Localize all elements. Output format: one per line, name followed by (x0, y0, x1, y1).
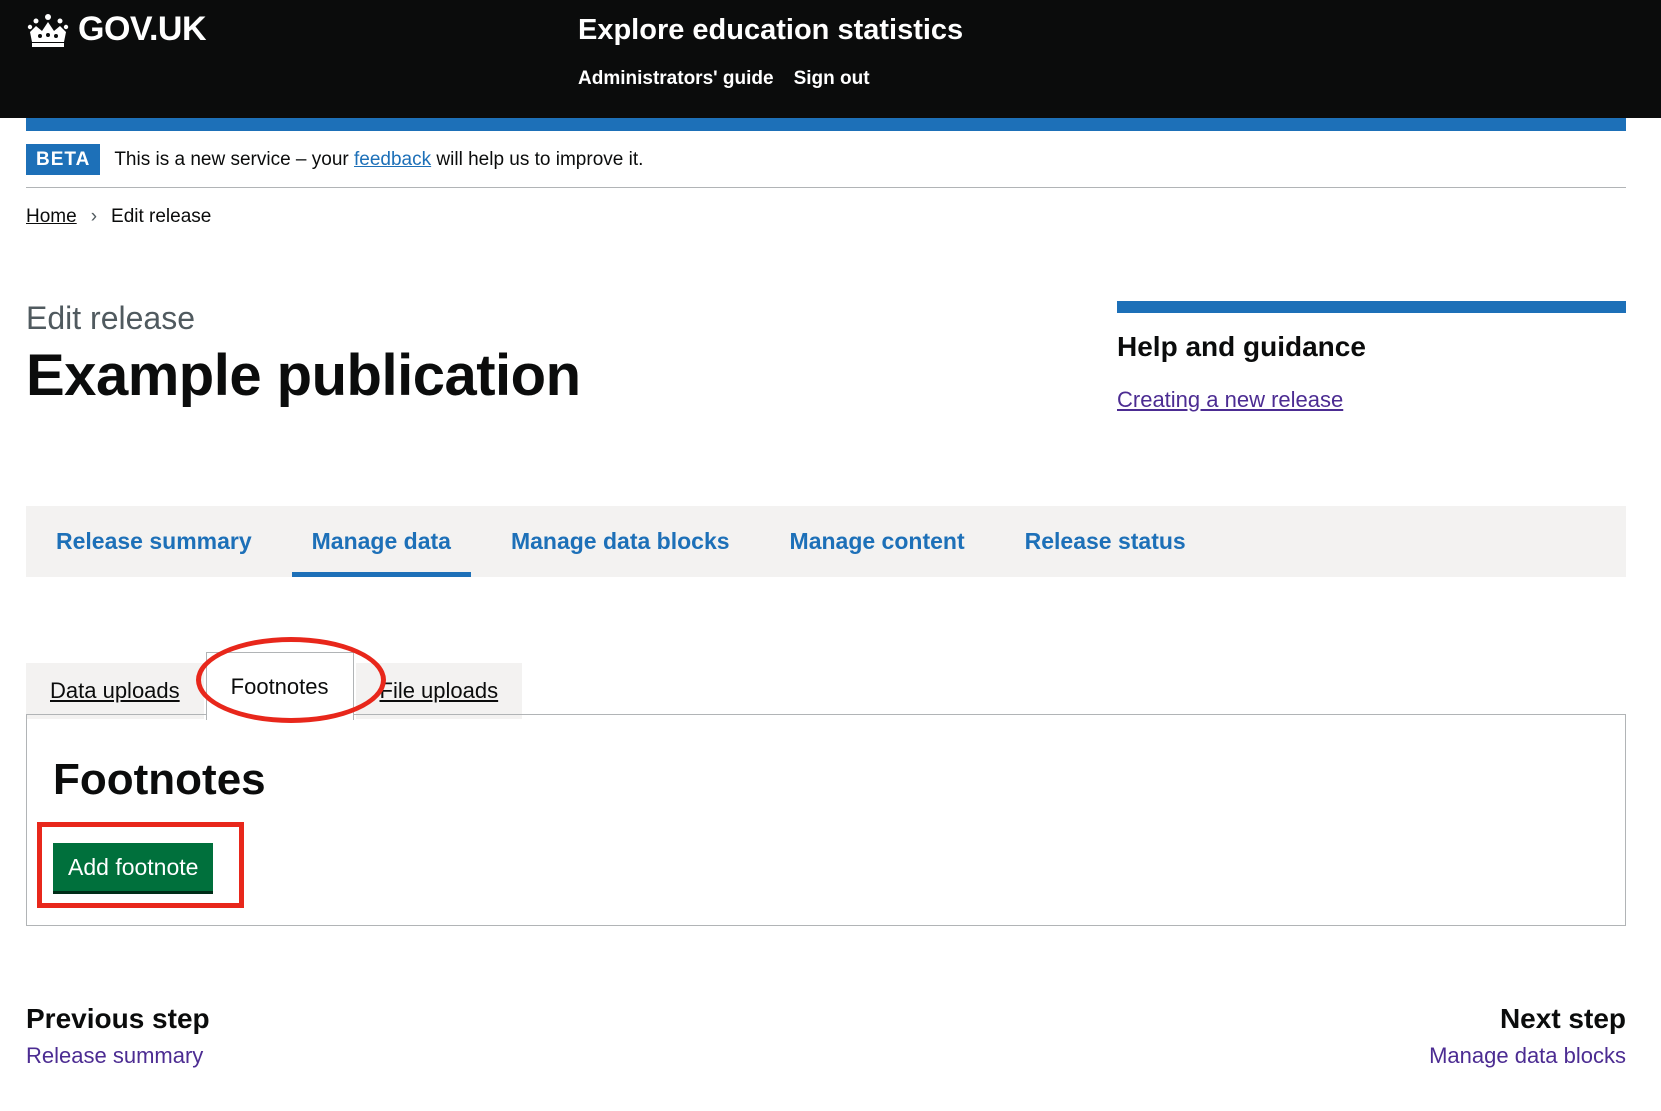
phase-text-after: will help us to improve it. (436, 149, 644, 170)
nav-manage-data-blocks[interactable]: Manage data blocks (511, 506, 730, 577)
footnotes-panel: Footnotes Add footnote (26, 714, 1626, 926)
site-header: GOV.UK Explore education statistics Admi… (0, 0, 1661, 118)
breadcrumb: Home › Edit release (26, 206, 211, 228)
nav-manage-content[interactable]: Manage content (790, 506, 965, 577)
chevron-right-icon: › (90, 206, 98, 227)
breadcrumb-current: Edit release (111, 206, 212, 227)
govuk-logo[interactable]: GOV.UK (26, 10, 207, 49)
nav-release-summary[interactable]: Release summary (56, 506, 252, 577)
help-and-guidance: Help and guidance Creating a new release (1117, 301, 1626, 413)
logo-text: GOV.UK (78, 10, 207, 48)
help-heading: Help and guidance (1117, 331, 1366, 362)
phase-text-before: This is a new service – your (114, 149, 349, 170)
crown-icon (27, 13, 69, 47)
header-nav: Administrators' guide Sign out (578, 68, 870, 90)
add-footnote-annotation (37, 822, 244, 908)
feedback-link[interactable]: feedback (354, 149, 431, 170)
previous-step-heading: Previous step (26, 1003, 210, 1034)
breadcrumb-home-link[interactable]: Home (26, 206, 77, 228)
service-name[interactable]: Explore education statistics (578, 14, 963, 47)
page-caption: Edit release (26, 300, 195, 336)
nav-release-status[interactable]: Release status (1025, 506, 1186, 577)
phase-banner: BETA This is a new service – your feedba… (26, 144, 1626, 188)
sign-out-link[interactable]: Sign out (794, 68, 870, 90)
phase-banner-text: This is a new service – your feedback wi… (114, 144, 643, 171)
administrators-guide-link[interactable]: Administrators' guide (578, 68, 774, 90)
previous-step-link[interactable]: Release summary (26, 1043, 210, 1069)
header-blue-bar (26, 118, 1626, 131)
tab-data-uploads[interactable]: Data uploads (26, 663, 204, 719)
page-title: Example publication (26, 343, 581, 408)
next-step-link[interactable]: Manage data blocks (1429, 1043, 1626, 1069)
release-nav: Release summary Manage data Manage data … (26, 506, 1626, 577)
footnotes-tab-annotation (196, 637, 386, 723)
footnotes-heading: Footnotes (53, 755, 266, 804)
previous-step: Previous step Release summary (26, 1003, 210, 1069)
next-step: Next step Manage data blocks (1429, 1003, 1626, 1069)
beta-tag: BETA (26, 144, 101, 175)
creating-new-release-link[interactable]: Creating a new release (1117, 387, 1343, 413)
nav-manage-data[interactable]: Manage data (291, 506, 472, 577)
next-step-heading: Next step (1499, 1003, 1626, 1034)
